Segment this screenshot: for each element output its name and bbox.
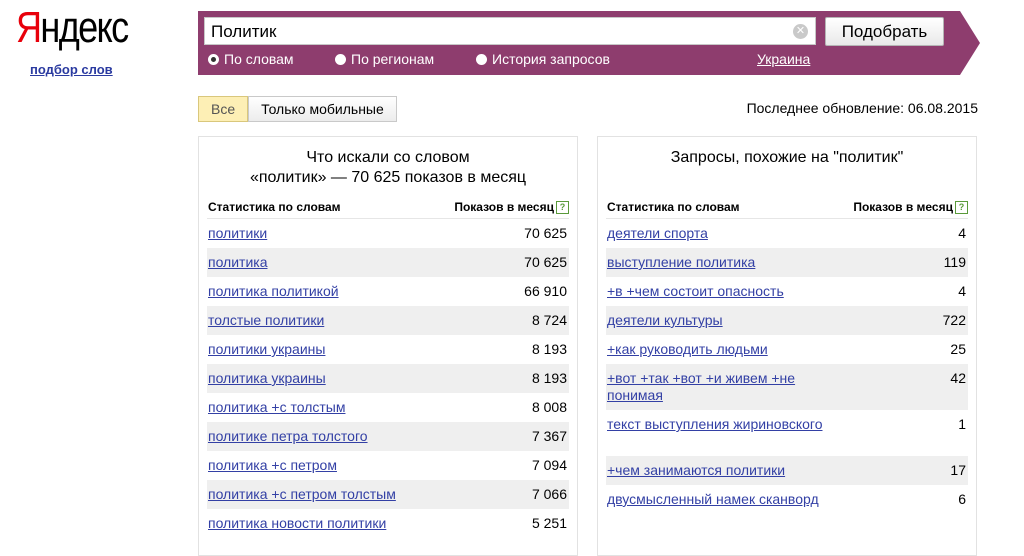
impressions-count: 7 094 [531,457,567,473]
phrase-link[interactable]: политика +с петром [208,457,428,474]
col-count-header: Показов в месяц? [853,200,968,215]
help-icon[interactable]: ? [556,201,569,215]
table-row: деятели спорта 4 [606,219,968,248]
radio-by-regions[interactable]: По регионам [335,51,434,67]
phrase-link[interactable]: текст выступления жириновского [607,416,827,433]
impressions-count: 8 008 [531,399,567,415]
col-count-header: Показов в месяц? [454,200,569,215]
phrase-link[interactable]: +чем занимаются политики [607,462,827,479]
phrase-link[interactable]: политика +с петром толстым [208,486,428,503]
impressions-count: 119 [943,254,966,270]
logo-rest: ндекс [40,3,129,52]
table-row: текст выступления жириновского 1 [606,410,968,456]
table-row: политики украины 8 193 [207,335,569,364]
tab-mobile-only[interactable]: Только мобильные [248,96,397,122]
impressions-count: 722 [942,312,966,328]
left-results-panel: Что искали со словом «политик» — 70 625 … [198,136,578,556]
phrase-link[interactable]: +как руководить людьми [607,341,827,358]
phrase-link[interactable]: двусмысленный намек сканворд [607,491,827,508]
col-phrase-header: Статистика по словам [208,200,341,214]
phrase-link[interactable]: толстые политики [208,312,428,329]
search-band-arrow [960,11,980,75]
phrase-link[interactable]: +в +чем состоит опасность [607,283,827,300]
radio-by-words[interactable]: По словам [208,51,294,67]
table-row: политика новости политики 5 251 [207,509,569,538]
phrase-link[interactable]: политика политикой [208,283,428,300]
phrase-link[interactable]: политика новости политики [208,515,428,532]
logo-first-letter: Я [16,3,42,52]
phrase-link[interactable]: деятели спорта [607,225,827,242]
table-row: политике петра толстого 7 367 [207,422,569,451]
phrase-link[interactable]: деятели культуры [607,312,827,329]
table-row: +вот +так +вот +и живем +не понимая 42 [606,364,968,410]
table-row: +чем занимаются политики 17 [606,456,968,485]
impressions-count: 66 910 [524,283,567,299]
radio-icon [335,53,346,65]
impressions-count: 7 066 [531,486,567,502]
phrase-link[interactable]: политика [208,254,428,271]
table-row: политика +с петром толстым 7 066 [207,480,569,509]
phrase-link[interactable]: политика +с толстым [208,399,428,416]
impressions-count: 8 724 [531,312,567,328]
pick-button[interactable]: Подобрать [825,17,944,46]
left-panel-title: Что искали со словом «политик» — 70 625 … [249,149,527,186]
right-results-panel: Запросы, похожие на "политик" Статистика… [597,136,977,556]
col-phrase-header: Статистика по словам [607,200,740,214]
impressions-count: 1 [958,416,966,432]
table-row: политика украины 8 193 [207,364,569,393]
impressions-count: 8 193 [531,370,567,386]
table-row: +в +чем состоит опасность 4 [606,277,968,306]
last-update: Последнее обновление: 06.08.2015 [746,100,978,116]
impressions-count: 6 [958,491,966,507]
search-input[interactable] [204,17,816,45]
right-table-header: Статистика по словам Показов в месяц? [606,198,968,219]
impressions-count: 8 193 [531,341,567,357]
phrase-link[interactable]: политика украины [208,370,428,387]
impressions-count: 17 [950,462,966,478]
right-rows: деятели спорта 4 выступление политика 119 +в… [606,219,968,531]
table-row: двусмысленный намек сканворд 6 [606,485,968,531]
help-icon[interactable]: ? [955,201,968,215]
wordstat-link[interactable]: подбор слов [30,62,113,77]
table-row: деятели культуры 722 [606,306,968,335]
impressions-count: 70 625 [524,225,567,241]
phrase-link[interactable]: политики украины [208,341,428,358]
impressions-count: 42 [950,370,966,386]
radio-query-history[interactable]: История запросов [476,51,610,67]
impressions-count: 4 [958,283,966,299]
phrase-link[interactable]: политике петра толстого [208,428,428,445]
clear-icon[interactable]: ✕ [793,24,808,39]
table-row: политика политикой 66 910 [207,277,569,306]
radio-selected-icon [208,53,219,65]
table-row: выступление политика 119 [606,248,968,277]
left-rows: политики 70 625 политика 70 625 политика пол… [207,219,569,538]
impressions-count: 7 367 [531,428,567,444]
phrase-link[interactable]: выступление политика [607,254,827,271]
table-row: политика +с петром 7 094 [207,451,569,480]
impressions-count: 70 625 [524,254,567,270]
table-row: +как руководить людьми 25 [606,335,968,364]
table-row: политика +с толстым 8 008 [207,393,569,422]
table-row: толстые политики 8 724 [207,306,569,335]
region-link[interactable]: Украина [757,51,810,67]
right-panel-title: Запросы, похожие на "политик" [670,149,904,166]
tab-all[interactable]: Все [198,96,249,122]
yandex-logo[interactable]: Яндекс [16,2,129,54]
phrase-link[interactable]: политики [208,225,428,242]
device-tabs: Все Только мобильные [198,96,397,122]
left-table-header: Статистика по словам Показов в месяц? [207,198,569,219]
radio-icon [476,53,487,65]
table-row: политика 70 625 [207,248,569,277]
impressions-count: 5 251 [531,515,567,531]
impressions-count: 25 [950,341,966,357]
table-row: политики 70 625 [207,219,569,248]
phrase-link[interactable]: +вот +так +вот +и живем +не понимая [607,370,827,404]
impressions-count: 4 [958,225,966,241]
